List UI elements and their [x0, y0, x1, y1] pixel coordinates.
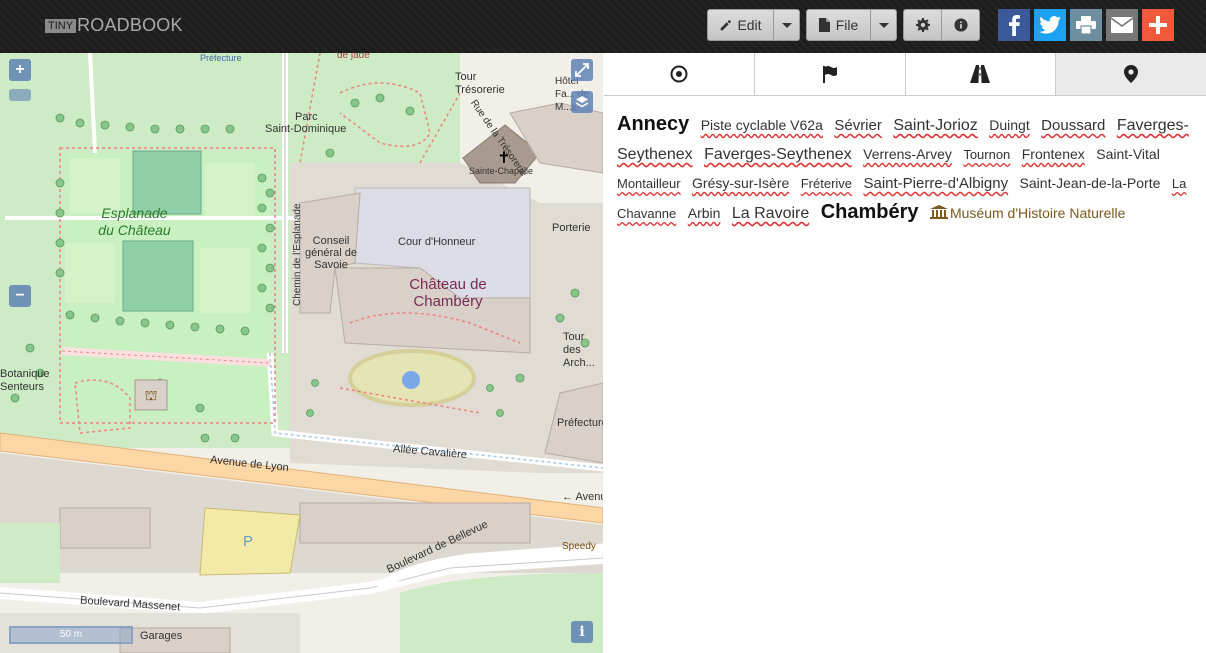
plus-icon — [1149, 16, 1167, 34]
map-scale-bar: 50 m — [9, 626, 133, 644]
place-item[interactable]: La Ravoire — [732, 205, 809, 222]
map-label: Château de Chambéry — [409, 276, 487, 310]
map-attribution-info-button[interactable]: i — [571, 621, 593, 643]
target-icon — [670, 65, 688, 83]
place-item[interactable]: Annecy — [617, 113, 689, 135]
app-logo[interactable]: TINY ROADBOOK — [45, 15, 183, 36]
more-share-button[interactable] — [1142, 9, 1174, 41]
facebook-share-button[interactable] — [998, 9, 1030, 41]
tab-poi[interactable] — [1056, 53, 1206, 95]
place-item[interactable]: Sévrier — [834, 117, 882, 134]
map-view[interactable]: ⛫ ✝ Préfecture de jade Tour Trésorerie R… — [0, 53, 603, 653]
place-item[interactable]: Saint-Jorioz — [893, 117, 977, 134]
map-label: Porterie — [552, 222, 591, 234]
pencil-icon — [721, 19, 732, 30]
place-item[interactable]: Tournon — [963, 147, 1010, 162]
place-item[interactable]: Saint-Jean-de-la-Porte — [1020, 175, 1161, 191]
tab-target[interactable] — [604, 53, 755, 95]
map-label: Tour des Arch... — [563, 331, 595, 369]
places-list: Annecy Piste cyclable V62a Sévrier Saint… — [617, 110, 1193, 228]
parking-label: P — [243, 533, 254, 550]
place-item[interactable]: Montailleur — [617, 176, 681, 191]
facebook-icon — [1009, 15, 1020, 36]
print-button[interactable] — [1070, 9, 1102, 41]
map-label: de jade — [337, 53, 370, 61]
svg-text:⛫: ⛫ — [145, 387, 158, 403]
map-label: Conseil général de Savoie — [305, 235, 357, 271]
place-item[interactable]: Faverges-Seythenex — [704, 146, 852, 163]
place-item[interactable]: Frontenex — [1022, 146, 1085, 162]
twitter-icon — [1039, 16, 1061, 34]
info-icon — [953, 18, 968, 32]
layers-icon — [575, 96, 589, 108]
map-label: Chemin de l'Esplanade — [292, 203, 303, 306]
map-label: Préfecture — [557, 417, 603, 429]
place-item[interactable]: Fréterive — [801, 176, 852, 191]
envelope-icon — [1111, 17, 1133, 33]
logo-tiny: TINY — [45, 18, 77, 33]
expand-icon — [575, 63, 589, 77]
edit-label: Edit — [737, 17, 762, 33]
info-button[interactable] — [941, 9, 980, 41]
file-dropdown-button[interactable] — [870, 9, 897, 41]
map-label: ← Avenu... — [562, 491, 603, 503]
museum-icon — [929, 205, 948, 219]
map-tiles: ⛫ ✝ — [0, 53, 603, 653]
edit-dropdown-button[interactable] — [773, 9, 800, 41]
place-item[interactable]: Piste cyclable V62a — [701, 117, 823, 133]
panel-tabs — [604, 53, 1206, 96]
logo-main: ROADBOOK — [77, 15, 183, 35]
place-item[interactable]: Duingt — [989, 117, 1029, 133]
file-button[interactable]: File — [806, 9, 871, 41]
flag-icon — [822, 66, 837, 83]
printer-icon — [1076, 16, 1096, 34]
map-label: Garages — [140, 630, 183, 642]
poi-item[interactable]: Muséum d'Histoire Naturelle — [929, 205, 1126, 221]
caret-down-icon — [781, 22, 792, 28]
place-item[interactable]: Saint-Vital — [1096, 146, 1160, 162]
map-label: Parc — [295, 111, 318, 123]
fullscreen-button[interactable] — [571, 59, 593, 81]
top-navbar: TINY ROADBOOK Edit File — [0, 0, 1206, 53]
map-label: Préfecture — [200, 53, 242, 63]
gear-icon — [915, 18, 930, 32]
zoom-slider-handle[interactable] — [9, 89, 31, 101]
map-label: Tour Trésorerie — [455, 71, 505, 96]
poi-label: Muséum d'Histoire Naturelle — [949, 205, 1126, 221]
place-item[interactable]: Doussard — [1041, 117, 1105, 134]
zoom-in-button[interactable]: + — [9, 59, 31, 81]
settings-button[interactable] — [903, 9, 942, 41]
map-label: Sainte-Chapelle — [469, 166, 534, 176]
place-item[interactable]: Grésy-sur-Isère — [692, 175, 789, 191]
file-icon — [818, 18, 830, 32]
place-item[interactable]: Arbin — [688, 205, 721, 221]
map-label: Botanique Senteurs — [0, 368, 50, 393]
zoom-out-button[interactable]: − — [9, 285, 31, 307]
map-marker-icon — [1124, 65, 1139, 83]
twitter-share-button[interactable] — [1034, 9, 1066, 41]
place-item[interactable]: Verrens-Arvey — [863, 146, 952, 162]
place-item[interactable]: Saint-Pierre-d'Albigny — [863, 175, 1008, 192]
caret-down-icon — [878, 22, 889, 28]
tab-flag[interactable] — [754, 53, 906, 95]
place-item[interactable]: Chambéry — [821, 201, 919, 223]
tab-road[interactable] — [905, 53, 1057, 95]
edit-button[interactable]: Edit — [707, 9, 774, 41]
map-label: Cour d'Honneur — [398, 236, 476, 248]
road-icon — [970, 65, 991, 83]
map-label: Esplanade du Château — [98, 205, 171, 238]
email-share-button[interactable] — [1106, 9, 1138, 41]
map-label: Speedy — [562, 541, 596, 552]
map-label: Saint-Dominique — [265, 123, 347, 135]
layers-button[interactable] — [571, 91, 593, 113]
file-label: File — [835, 17, 859, 33]
